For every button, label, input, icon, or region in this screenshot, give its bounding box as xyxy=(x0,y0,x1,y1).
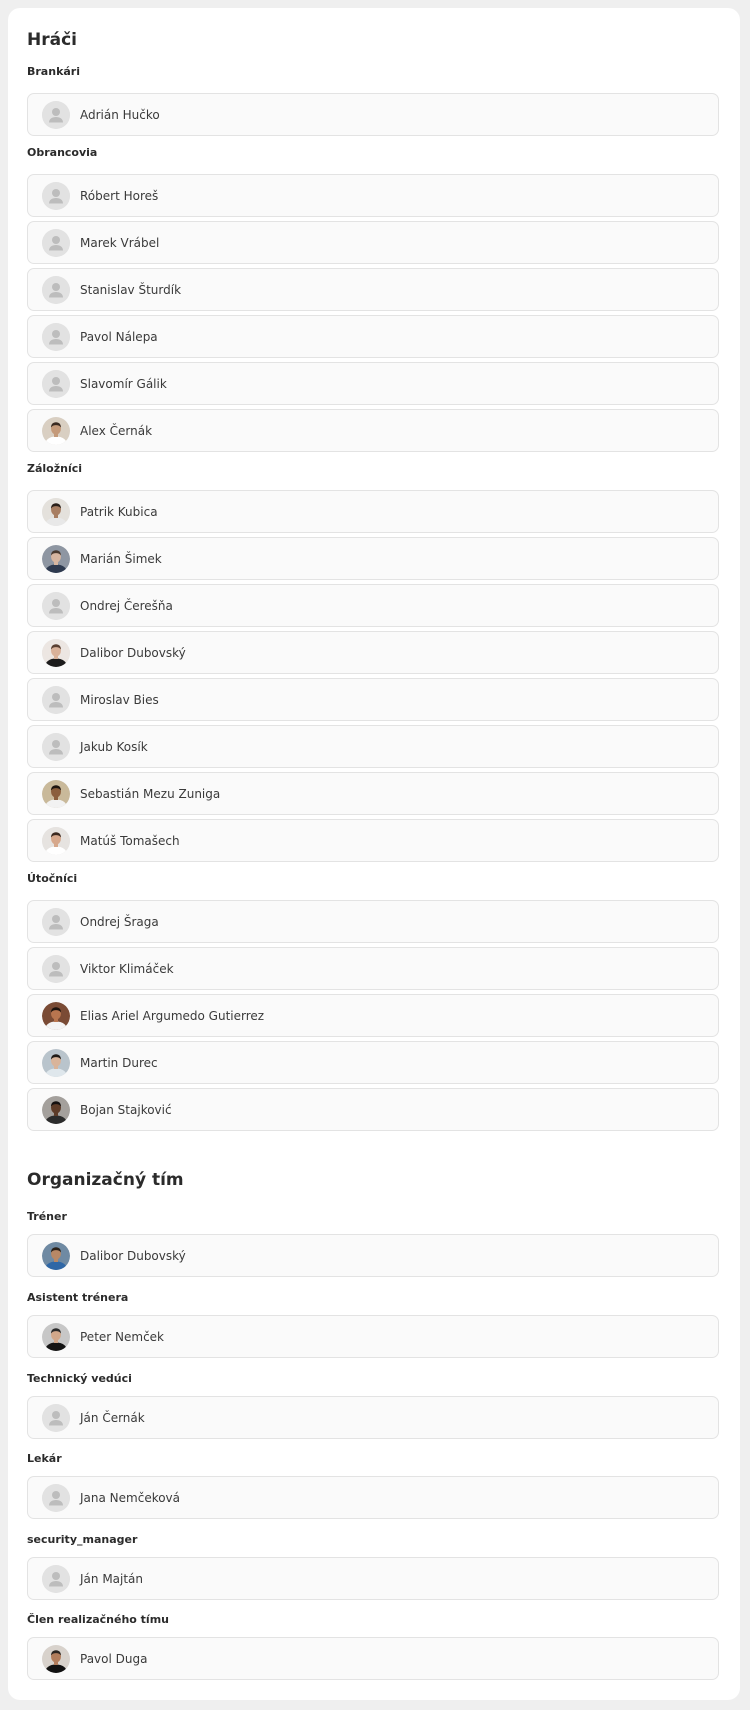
player-name: Martin Durec xyxy=(80,1056,158,1070)
staff-row[interactable]: Ján Majtán xyxy=(27,1557,719,1600)
avatar-placeholder-icon xyxy=(42,323,70,351)
player-row[interactable]: Jakub Kosík xyxy=(27,725,719,768)
player-name: Dalibor Dubovský xyxy=(80,646,186,660)
player-name: Pavol Nálepa xyxy=(80,330,158,344)
group-label-defenders: Obrancovia xyxy=(27,146,98,159)
group-label-coach: Tréner xyxy=(27,1210,67,1223)
player-name: Sebastián Mezu Zuniga xyxy=(80,787,221,801)
avatar-placeholder-icon xyxy=(42,370,70,398)
staff-name: Pavol Duga xyxy=(80,1652,148,1666)
group-label-security-manager: security_manager xyxy=(27,1533,138,1546)
player-row[interactable]: Alex Černák xyxy=(27,409,719,452)
avatar-photo xyxy=(42,1323,70,1351)
group-label-assistant-coach: Asistent trénera xyxy=(27,1291,129,1304)
avatar-photo xyxy=(42,1645,70,1673)
staff-name: Peter Nemček xyxy=(80,1330,165,1344)
group-label-forwards: Útočníci xyxy=(27,872,78,885)
player-row[interactable]: Róbert Horeš xyxy=(27,174,719,217)
staff-row[interactable]: Jana Nemčeková xyxy=(27,1476,719,1519)
player-name: Róbert Horeš xyxy=(80,189,159,203)
player-name: Elias Ariel Argumedo Gutierrez xyxy=(80,1009,265,1023)
player-row[interactable]: Adrián Hučko xyxy=(27,93,719,136)
staff-row[interactable]: Peter Nemček xyxy=(27,1315,719,1358)
player-name: Adrián Hučko xyxy=(80,108,160,122)
player-name: Jakub Kosík xyxy=(80,740,148,754)
avatar-placeholder-icon xyxy=(42,1404,70,1432)
player-name: Miroslav Bies xyxy=(80,693,159,707)
player-name: Alex Černák xyxy=(80,424,153,438)
avatar-photo xyxy=(42,545,70,573)
avatar-placeholder-icon xyxy=(42,908,70,936)
section-title-staff: Organizačný tím xyxy=(27,1170,184,1190)
section-title-players: Hráči xyxy=(27,30,77,50)
staff-row[interactable]: Ján Černák xyxy=(27,1396,719,1439)
avatar-placeholder-icon xyxy=(42,229,70,257)
avatar-placeholder-icon xyxy=(42,686,70,714)
avatar-photo xyxy=(42,1242,70,1270)
player-row[interactable]: Miroslav Bies xyxy=(27,678,719,721)
player-name: Slavomír Gálik xyxy=(80,377,167,391)
staff-name: Ján Černák xyxy=(80,1411,145,1425)
player-row[interactable]: Matúš Tomašech xyxy=(27,819,719,862)
player-row[interactable]: Marián Šimek xyxy=(27,537,719,580)
player-name: Patrik Kubica xyxy=(80,505,158,519)
staff-name: Dalibor Dubovský xyxy=(80,1249,186,1263)
player-row[interactable]: Dalibor Dubovský xyxy=(27,631,719,674)
player-name: Stanislav Šturdík xyxy=(80,283,182,297)
avatar-placeholder-icon xyxy=(42,955,70,983)
player-row[interactable]: Marek Vrábel xyxy=(27,221,719,264)
player-row[interactable]: Stanislav Šturdík xyxy=(27,268,719,311)
avatar-photo xyxy=(42,780,70,808)
player-row[interactable]: Martin Durec xyxy=(27,1041,719,1084)
avatar-photo xyxy=(42,1049,70,1077)
player-name: Bojan Stajković xyxy=(80,1103,172,1117)
avatar-placeholder-icon xyxy=(42,276,70,304)
avatar-placeholder-icon xyxy=(42,1484,70,1512)
player-row[interactable]: Pavol Nálepa xyxy=(27,315,719,358)
player-name: Ondrej Čerešňa xyxy=(80,599,173,613)
player-name: Matúš Tomašech xyxy=(80,834,180,848)
avatar-placeholder-icon xyxy=(42,101,70,129)
player-row[interactable]: Ondrej Šraga xyxy=(27,900,719,943)
player-name: Viktor Klimáček xyxy=(80,962,174,976)
staff-name: Ján Majtán xyxy=(80,1572,144,1586)
group-label-midfielders: Záložníci xyxy=(27,462,83,475)
group-label-goalkeepers: Brankári xyxy=(27,65,80,78)
avatar-photo xyxy=(42,1096,70,1124)
player-row[interactable]: Viktor Klimáček xyxy=(27,947,719,990)
avatar-placeholder-icon xyxy=(42,1565,70,1593)
group-label-doctor: Lekár xyxy=(27,1452,62,1465)
player-row[interactable]: Patrik Kubica xyxy=(27,490,719,533)
avatar-placeholder-icon xyxy=(42,733,70,761)
player-name: Marek Vrábel xyxy=(80,236,160,250)
player-row[interactable]: Slavomír Gálik xyxy=(27,362,719,405)
roster-card: Hráči Brankári Adrián Hučko Obrancovia R… xyxy=(8,8,740,1700)
player-row[interactable]: Elias Ariel Argumedo Gutierrez xyxy=(27,994,719,1037)
player-row[interactable]: Bojan Stajković xyxy=(27,1088,719,1131)
player-name: Ondrej Šraga xyxy=(80,915,159,929)
staff-name: Jana Nemčeková xyxy=(80,1491,181,1505)
avatar-photo xyxy=(42,1002,70,1030)
player-row[interactable]: Sebastián Mezu Zuniga xyxy=(27,772,719,815)
avatar-placeholder-icon xyxy=(42,592,70,620)
staff-row[interactable]: Dalibor Dubovský xyxy=(27,1234,719,1277)
group-label-technical-manager: Technický vedúci xyxy=(27,1372,132,1385)
avatar-photo xyxy=(42,498,70,526)
avatar-photo xyxy=(42,417,70,445)
avatar-placeholder-icon xyxy=(42,182,70,210)
player-row[interactable]: Ondrej Čerešňa xyxy=(27,584,719,627)
group-label-staff-member: Člen realizačného tímu xyxy=(27,1613,169,1626)
staff-row[interactable]: Pavol Duga xyxy=(27,1637,719,1680)
avatar-photo xyxy=(42,827,70,855)
player-name: Marián Šimek xyxy=(80,552,162,566)
avatar-photo xyxy=(42,639,70,667)
